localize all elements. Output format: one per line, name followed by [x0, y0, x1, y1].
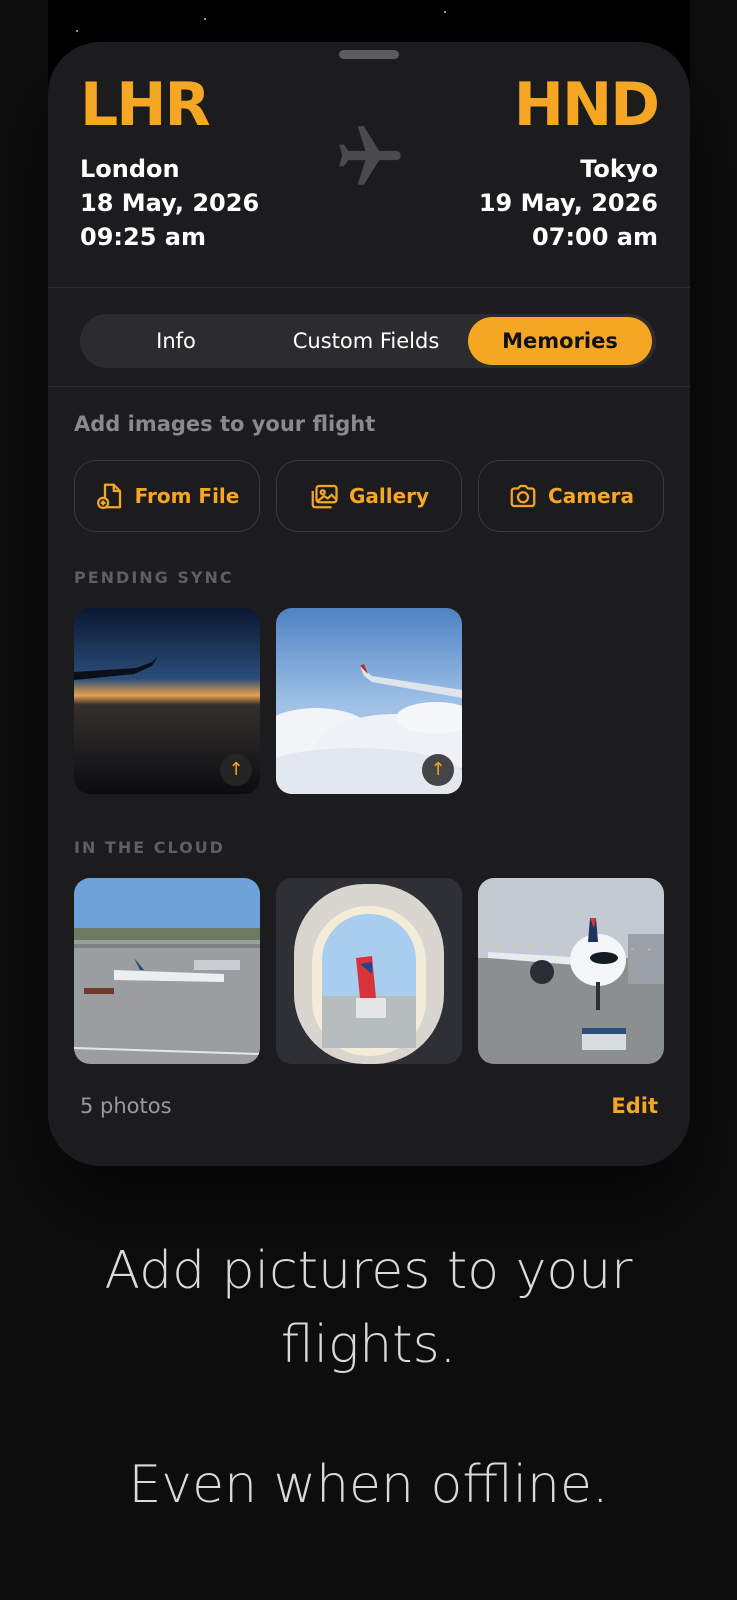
edit-button[interactable]: Edit	[611, 1094, 658, 1118]
star-dot	[204, 18, 206, 20]
tagline-secondary: Even when offline.	[128, 1455, 609, 1515]
photo-plane-window	[276, 878, 462, 1064]
cloud-photo[interactable]	[74, 878, 260, 1064]
from-file-button[interactable]: From File	[74, 460, 260, 532]
photo-airport-apron	[74, 878, 260, 1064]
from-file-label: From File	[134, 484, 240, 508]
add-images-hint: Add images to your flight	[74, 412, 376, 436]
tab-info[interactable]: Info	[84, 317, 268, 365]
destination-city: Tokyo	[580, 155, 658, 183]
destination-details: Tokyo 19 May, 2026 07:00 am	[479, 152, 658, 254]
upload-icon: ↑	[220, 754, 252, 786]
divider	[48, 287, 690, 288]
tab-memories[interactable]: Memories	[468, 317, 652, 365]
photo-count: 5 photos	[80, 1094, 172, 1118]
camera-button[interactable]: Camera	[478, 460, 664, 532]
gallery-label: Gallery	[348, 484, 430, 508]
destination-time: 07:00 am	[532, 223, 658, 251]
gallery-button[interactable]: Gallery	[276, 460, 462, 532]
pending-photo[interactable]: ↑	[276, 608, 462, 794]
origin-time: 09:25 am	[80, 223, 206, 251]
add-file-icon	[96, 483, 121, 509]
origin-city: London	[80, 155, 180, 183]
camera-icon	[510, 484, 536, 508]
gallery-icon	[311, 484, 338, 509]
tagline-line-1: Add pictures to your flights.	[104, 1241, 633, 1375]
tagline-primary: Add pictures to your flights.	[0, 1234, 737, 1382]
origin-code: LHR	[80, 70, 211, 140]
cloud-photo[interactable]	[276, 878, 462, 1064]
pending-sync-heading: PENDING SYNC	[74, 568, 234, 587]
cloud-photo[interactable]	[478, 878, 664, 1064]
star-dot	[444, 11, 446, 13]
pending-photo[interactable]: ↑	[74, 608, 260, 794]
camera-label: Camera	[548, 484, 634, 508]
destination-date: 19 May, 2026	[478, 189, 658, 217]
destination-code: HND	[513, 70, 660, 140]
star-dot	[76, 30, 78, 32]
origin-details: London 18 May, 2026 09:25 am	[80, 152, 259, 254]
in-the-cloud-heading: IN THE CLOUD	[74, 838, 225, 857]
tab-custom-fields[interactable]: Custom Fields	[268, 317, 464, 365]
sheet-grabber[interactable]	[339, 50, 399, 59]
photo-plane-at-gate	[478, 878, 664, 1064]
section-tabs: Info Custom Fields Memories	[80, 314, 656, 368]
divider	[48, 386, 690, 387]
origin-date: 18 May, 2026	[80, 189, 260, 217]
airplane-icon	[339, 126, 401, 185]
flight-card: LHR HND London 18 May, 2026 09:25 am Tok…	[48, 42, 690, 1166]
upload-icon: ↑	[422, 754, 454, 786]
